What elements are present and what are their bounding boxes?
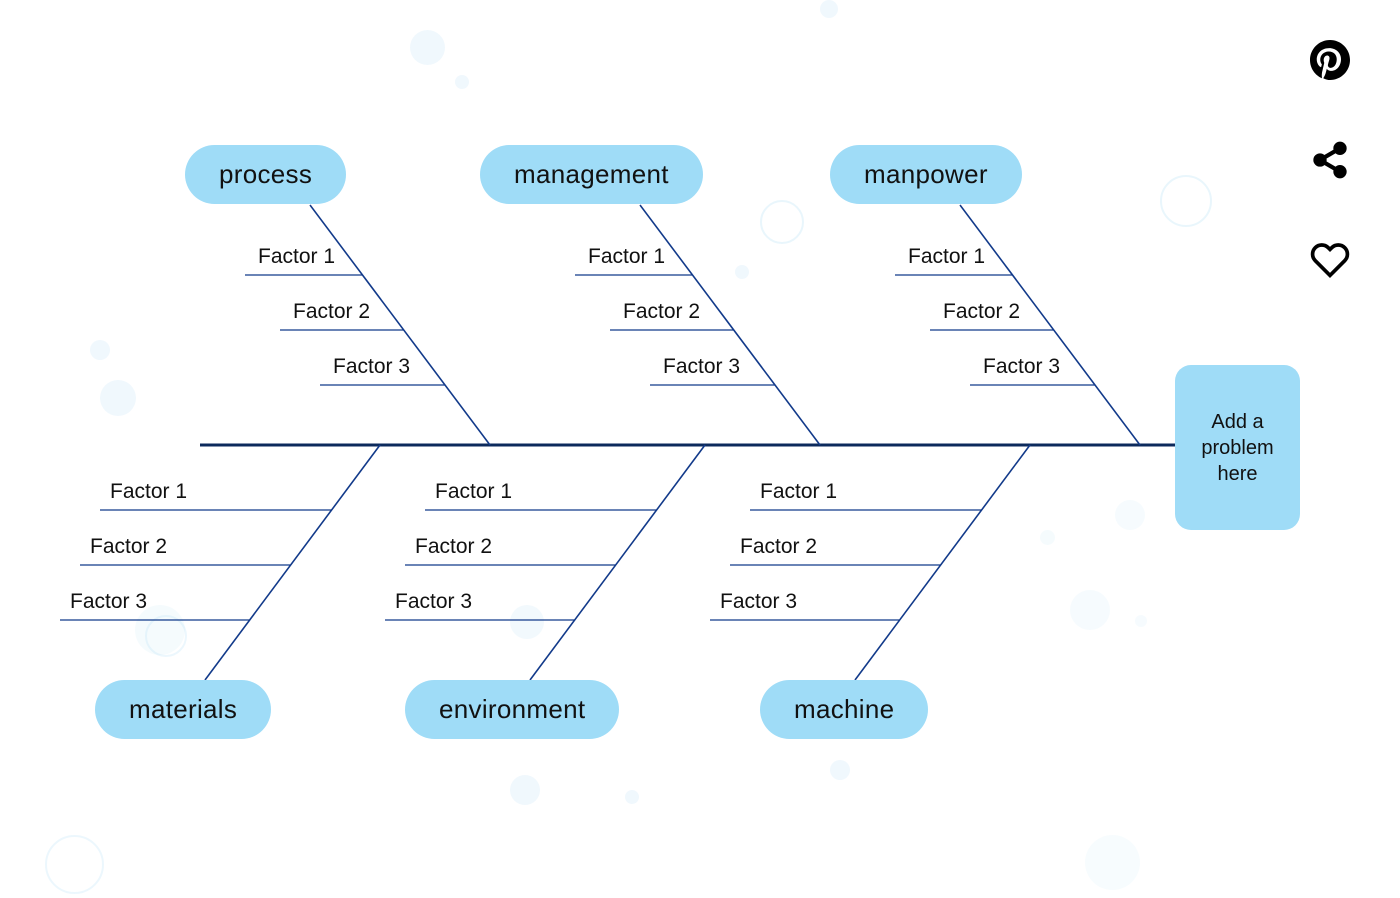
category-label: process xyxy=(219,159,312,189)
factor-label[interactable]: Factor 1 xyxy=(435,480,512,504)
factor-label[interactable]: Factor 1 xyxy=(760,480,837,504)
category-pill-materials[interactable]: materials xyxy=(95,680,271,739)
category-label: materials xyxy=(129,694,237,724)
category-pill-manpower[interactable]: manpower xyxy=(830,145,1022,204)
fishbone-diagram: process management manpower materials en… xyxy=(0,0,1400,898)
factor-label[interactable]: Factor 2 xyxy=(293,300,370,324)
factor-label[interactable]: Factor 3 xyxy=(983,355,1060,379)
factor-label[interactable]: Factor 1 xyxy=(588,245,665,269)
factor-label[interactable]: Factor 1 xyxy=(110,480,187,504)
problem-head[interactable]: Add a problem here xyxy=(1175,365,1300,530)
factor-label[interactable]: Factor 2 xyxy=(623,300,700,324)
factor-label[interactable]: Factor 3 xyxy=(663,355,740,379)
category-pill-machine[interactable]: machine xyxy=(760,680,928,739)
factor-label[interactable]: Factor 1 xyxy=(258,245,335,269)
factor-label[interactable]: Factor 2 xyxy=(415,535,492,559)
category-label: manpower xyxy=(864,159,988,189)
factor-label[interactable]: Factor 1 xyxy=(908,245,985,269)
category-pill-process[interactable]: process xyxy=(185,145,346,204)
factor-label[interactable]: Factor 2 xyxy=(740,535,817,559)
factor-label[interactable]: Factor 2 xyxy=(943,300,1020,324)
category-pill-management[interactable]: management xyxy=(480,145,703,204)
category-label: machine xyxy=(794,694,894,724)
factor-label[interactable]: Factor 3 xyxy=(333,355,410,379)
factor-label[interactable]: Factor 2 xyxy=(90,535,167,559)
problem-head-label: Add a problem here xyxy=(1185,409,1290,487)
factor-label[interactable]: Factor 3 xyxy=(395,590,472,614)
category-label: environment xyxy=(439,694,585,724)
factor-label[interactable]: Factor 3 xyxy=(720,590,797,614)
category-label: management xyxy=(514,159,669,189)
factor-label[interactable]: Factor 3 xyxy=(70,590,147,614)
category-pill-environment[interactable]: environment xyxy=(405,680,619,739)
